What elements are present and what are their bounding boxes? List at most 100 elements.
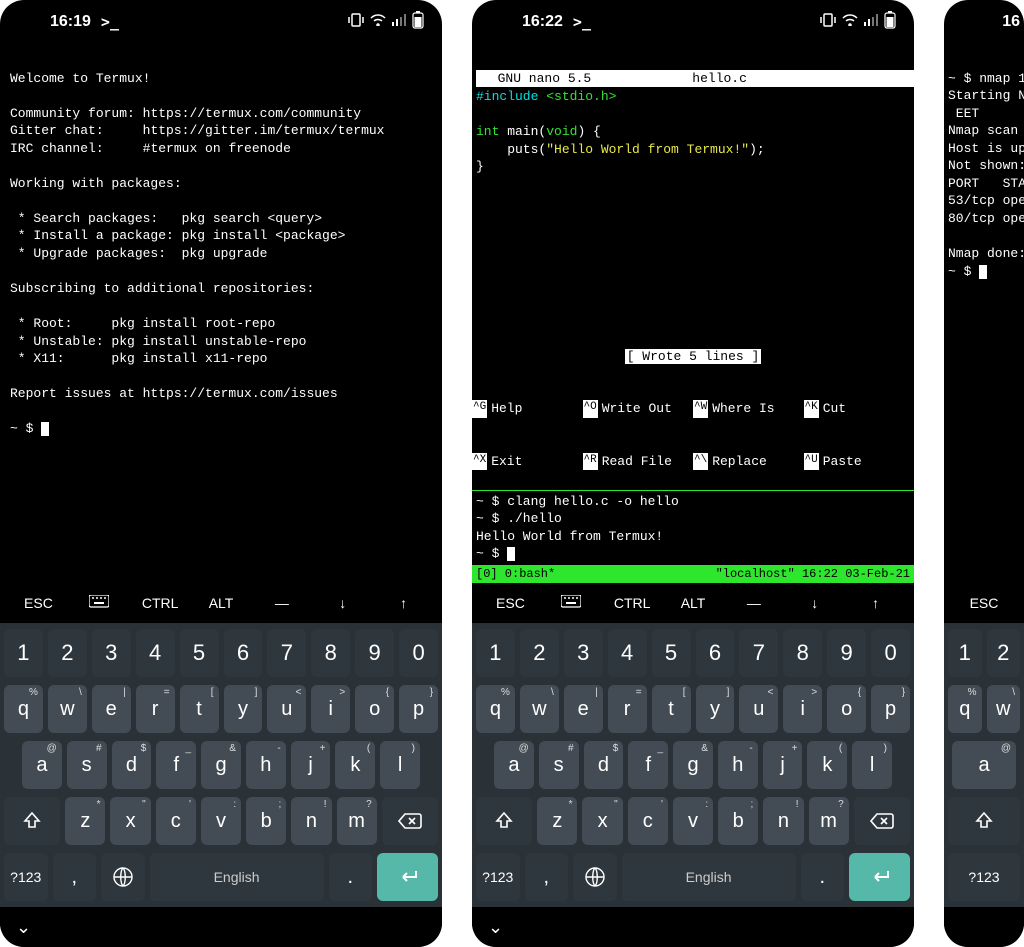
up-key[interactable]: ↑ — [373, 595, 434, 611]
down-key[interactable]: ↓ — [784, 595, 845, 611]
key-q[interactable]: q% — [476, 685, 515, 733]
backspace-key[interactable] — [854, 797, 910, 845]
key-9[interactable]: 9 — [827, 629, 866, 677]
key-9[interactable]: 9 — [355, 629, 394, 677]
key-t[interactable]: t[ — [652, 685, 691, 733]
key-v[interactable]: v: — [201, 797, 241, 845]
comma-key[interactable]: , — [525, 853, 569, 901]
language-key[interactable] — [573, 853, 617, 901]
key-g[interactable]: g& — [201, 741, 241, 789]
key-u[interactable]: u< — [267, 685, 306, 733]
key-a[interactable]: a@ — [494, 741, 534, 789]
key-c[interactable]: c' — [628, 797, 668, 845]
key-t[interactable]: t[ — [180, 685, 219, 733]
key-1[interactable]: 1 — [476, 629, 515, 677]
key-b[interactable]: b; — [246, 797, 286, 845]
key-l[interactable]: l) — [852, 741, 892, 789]
terminal-output[interactable]: Welcome to Termux! Community forum: http… — [0, 44, 442, 583]
key-2[interactable]: 2 — [48, 629, 87, 677]
key-a[interactable]: a@ — [22, 741, 62, 789]
terminal-output[interactable]: ~ $ nmap 1 Starting N EET Nmap scan Host… — [944, 44, 1024, 583]
key-e[interactable]: e| — [564, 685, 603, 733]
key-s[interactable]: s# — [539, 741, 579, 789]
dash-key[interactable]: — — [251, 595, 312, 611]
dash-key[interactable]: — — [723, 595, 784, 611]
spacebar[interactable]: English — [150, 853, 324, 901]
nav-collapse-icon[interactable]: ⌄ — [16, 917, 31, 938]
alt-key[interactable]: ALT — [663, 595, 724, 611]
key-z[interactable]: z* — [65, 797, 105, 845]
key-w[interactable]: w\ — [520, 685, 559, 733]
key-4[interactable]: 4 — [136, 629, 175, 677]
key-1[interactable]: 1 — [4, 629, 43, 677]
language-key[interactable] — [101, 853, 145, 901]
key-r[interactable]: r= — [608, 685, 647, 733]
enter-key[interactable] — [377, 853, 438, 901]
key-i[interactable]: i> — [783, 685, 822, 733]
key-v[interactable]: v: — [673, 797, 713, 845]
key-y[interactable]: y] — [224, 685, 263, 733]
key-u[interactable]: u< — [739, 685, 778, 733]
key-i[interactable]: i> — [311, 685, 350, 733]
backspace-key[interactable] — [382, 797, 438, 845]
esc-key[interactable]: ESC — [952, 595, 1016, 611]
key-r[interactable]: r= — [136, 685, 175, 733]
terminal-output[interactable]: GNU nano 5.5hello.c#include <stdio.h> in… — [472, 44, 914, 583]
key-k[interactable]: k( — [335, 741, 375, 789]
shift-key[interactable] — [4, 797, 60, 845]
key-b[interactable]: b; — [718, 797, 758, 845]
key-7[interactable]: 7 — [267, 629, 306, 677]
key-s[interactable]: s# — [67, 741, 107, 789]
key-4[interactable]: 4 — [608, 629, 647, 677]
key-f[interactable]: f_ — [628, 741, 668, 789]
symbols-key[interactable]: ?123 — [476, 853, 520, 901]
key-a[interactable]: a@ — [952, 741, 1016, 789]
shift-key[interactable] — [476, 797, 532, 845]
key-0[interactable]: 0 — [871, 629, 910, 677]
up-key[interactable]: ↑ — [845, 595, 906, 611]
key-p[interactable]: p} — [399, 685, 438, 733]
key-x[interactable]: x" — [110, 797, 150, 845]
shift-key[interactable] — [948, 797, 1020, 845]
key-n[interactable]: n! — [291, 797, 331, 845]
nav-collapse-icon[interactable]: ⌄ — [488, 917, 503, 938]
keyboard-toggle-key[interactable] — [69, 595, 130, 612]
period-key[interactable]: . — [801, 853, 845, 901]
esc-key[interactable]: ESC — [480, 595, 541, 611]
key-z[interactable]: z* — [537, 797, 577, 845]
key-5[interactable]: 5 — [652, 629, 691, 677]
key-k[interactable]: k( — [807, 741, 847, 789]
comma-key[interactable]: , — [53, 853, 97, 901]
key-f[interactable]: f_ — [156, 741, 196, 789]
enter-key[interactable] — [849, 853, 910, 901]
symbols-key[interactable]: ?123 — [948, 853, 1020, 901]
key-6[interactable]: 6 — [696, 629, 735, 677]
spacebar[interactable]: English — [622, 853, 796, 901]
key-g[interactable]: g& — [673, 741, 713, 789]
key-j[interactable]: j+ — [763, 741, 803, 789]
key-2[interactable]: 2 — [987, 629, 1021, 677]
key-w[interactable]: w\ — [48, 685, 87, 733]
key-8[interactable]: 8 — [783, 629, 822, 677]
key-e[interactable]: e| — [92, 685, 131, 733]
key-l[interactable]: l) — [380, 741, 420, 789]
key-q[interactable]: q% — [4, 685, 43, 733]
ctrl-key[interactable]: CTRL — [602, 595, 663, 611]
key-q[interactable]: q% — [948, 685, 982, 733]
key-3[interactable]: 3 — [92, 629, 131, 677]
period-key[interactable]: . — [329, 853, 373, 901]
key-j[interactable]: j+ — [291, 741, 331, 789]
key-y[interactable]: y] — [696, 685, 735, 733]
key-0[interactable]: 0 — [399, 629, 438, 677]
ctrl-key[interactable]: CTRL — [130, 595, 191, 611]
key-n[interactable]: n! — [763, 797, 803, 845]
key-d[interactable]: d$ — [112, 741, 152, 789]
key-7[interactable]: 7 — [739, 629, 778, 677]
alt-key[interactable]: ALT — [191, 595, 252, 611]
key-o[interactable]: o{ — [827, 685, 866, 733]
key-8[interactable]: 8 — [311, 629, 350, 677]
key-1[interactable]: 1 — [948, 629, 982, 677]
symbols-key[interactable]: ?123 — [4, 853, 48, 901]
key-h[interactable]: h- — [718, 741, 758, 789]
key-m[interactable]: m? — [809, 797, 849, 845]
